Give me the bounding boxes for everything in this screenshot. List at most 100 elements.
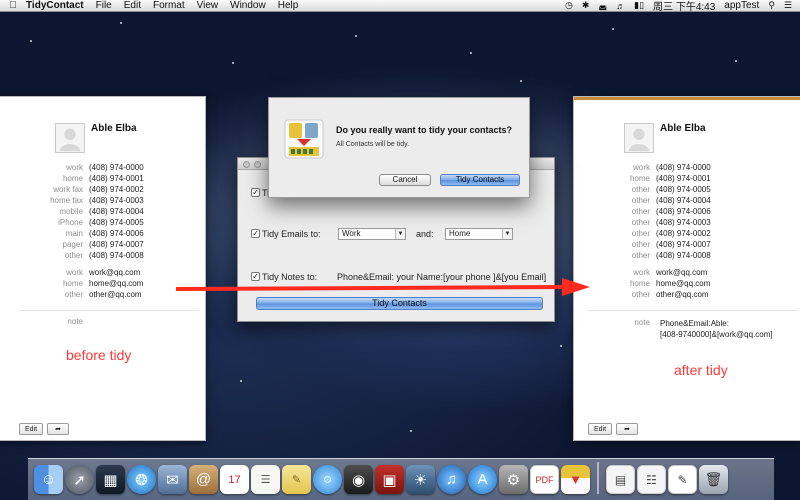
phone-row: pager (408) 974-0007 <box>62 240 144 249</box>
red-arrow <box>176 278 590 296</box>
cancel-button[interactable]: Cancel <box>379 174 431 186</box>
tidycontact-dock-icon[interactable]: ▼ <box>561 465 590 494</box>
notification-center-icon[interactable]: ☰ <box>784 0 792 11</box>
email-row: work work@qq.com <box>633 268 708 277</box>
email-row: work work@qq.com <box>66 268 141 277</box>
confirm-tidy-button[interactable]: Tidy Contacts <box>440 174 520 186</box>
edit-button[interactable]: Edit <box>588 423 612 435</box>
messages-icon[interactable]: ○ <box>313 465 342 494</box>
email-row: other other@qq.com <box>64 290 142 299</box>
phone-row: other (408) 974-0006 <box>631 207 711 216</box>
contact-photo-placeholder[interactable] <box>55 123 85 153</box>
phone-row: main (408) 974-0006 <box>65 229 144 238</box>
dock-icons: ☺ ➚ ▦ ❂ ✉ @ 17 ☰ ✎ ○ ◉ ▣ ☀ ♫ A ⚙ PDF ▼ ▤… <box>34 458 774 494</box>
card-divider <box>19 310 199 311</box>
phone-row: other (408) 974-0004 <box>631 196 711 205</box>
notes-icon[interactable]: ✎ <box>282 465 311 494</box>
email-row: home home@qq.com <box>62 279 144 288</box>
chevron-down-icon: ▼ <box>395 229 405 239</box>
bluetooth-icon[interactable]: ✱ <box>582 0 590 11</box>
iphoto-icon[interactable]: ☀ <box>406 465 435 494</box>
close-window-button[interactable] <box>243 161 250 168</box>
menu-edit[interactable]: Edit <box>124 0 141 11</box>
share-button[interactable]: ➦ <box>616 423 638 435</box>
phone-row: other (408) 974-0002 <box>631 229 711 238</box>
caption-after-tidy: after tidy <box>674 362 728 378</box>
email-row: other other@qq.com <box>631 290 709 299</box>
app-menu[interactable]: TidyContact <box>26 0 84 11</box>
battery-icon[interactable]: ▮▯ <box>634 0 644 11</box>
email-second-select[interactable]: Home ▼ <box>445 228 513 240</box>
phone-row: iPhone (408) 974-0005 <box>58 218 144 227</box>
and-label: and: <box>416 229 434 239</box>
menu-file[interactable]: File <box>96 0 112 11</box>
mission-control-icon[interactable]: ▦ <box>96 465 125 494</box>
app-store-icon[interactable]: A <box>468 465 497 494</box>
edit-button[interactable]: Edit <box>19 423 43 435</box>
phone-row: home (408) 974-0001 <box>62 174 144 183</box>
textedit-document-icon[interactable]: ✎ <box>668 465 697 494</box>
note-row: note <box>634 318 650 327</box>
phone-row: other (408) 974-0008 <box>64 251 144 260</box>
system-preferences-icon[interactable]: ⚙ <box>499 465 528 494</box>
itunes-icon[interactable]: ♫ <box>437 465 466 494</box>
menu-bar:  TidyContact File Edit Format View Wind… <box>0 0 800 13</box>
card-divider <box>588 310 798 311</box>
phone-row: other (408) 974-0007 <box>631 240 711 249</box>
tidy-emails-checkbox[interactable]: ✓ <box>251 229 260 238</box>
pdf-app-icon[interactable]: PDF <box>530 465 559 494</box>
email-first-select[interactable]: Work ▼ <box>338 228 406 240</box>
note-row: note <box>67 317 83 326</box>
preview-document-icon[interactable]: ☷ <box>637 465 666 494</box>
contact-card-before: Able Elba work (408) 974-0000 home (408) 9… <box>0 96 206 441</box>
menu-help[interactable]: Help <box>278 0 299 11</box>
dialog-message: All Contacts will be tidy. <box>336 141 410 148</box>
phone-row: mobile (408) 974-0004 <box>59 207 144 216</box>
menu-window[interactable]: Window <box>230 0 266 11</box>
menubar-user[interactable]: appTest <box>724 0 759 11</box>
phone-row: home (408) 974-0001 <box>629 174 711 183</box>
photo-booth-icon[interactable]: ▣ <box>375 465 404 494</box>
dialog-title: Do you really want to tidy your contacts… <box>336 125 513 135</box>
share-icon: ➦ <box>624 426 630 433</box>
wifi-icon[interactable]: ◛ <box>598 0 607 11</box>
mail-icon[interactable]: ✉ <box>158 465 187 494</box>
safari-icon[interactable]: ❂ <box>127 465 156 494</box>
minimize-window-button[interactable] <box>254 161 261 168</box>
contact-card-after: Able Elba work (408) 974-0000 home (408) 9… <box>573 96 800 441</box>
phone-row: other (408) 974-0003 <box>631 218 711 227</box>
finder-icon[interactable]: ☺ <box>34 465 63 494</box>
apple-menu-icon[interactable]:  <box>0 0 26 11</box>
launchpad-icon[interactable]: ➚ <box>65 465 94 494</box>
dock-separator <box>597 462 599 494</box>
contact-photo-placeholder[interactable] <box>624 123 654 153</box>
tidy-emails-label: Tidy Emails to: <box>262 229 321 239</box>
documents-stack-icon[interactable]: ▤ <box>606 465 635 494</box>
share-icon: ➦ <box>55 426 61 433</box>
card-top-edge <box>574 97 800 100</box>
contact-name: Able Elba <box>91 123 137 134</box>
phone-row: other (408) 974-0005 <box>631 185 711 194</box>
tidy-phones-checkbox[interactable]: ✓ <box>251 188 260 197</box>
phone-row: work (408) 974-0000 <box>66 163 144 172</box>
menubar-clock[interactable]: 周三 下午4:43 <box>653 0 715 13</box>
phone-row: work fax (408) 974-0002 <box>53 185 144 194</box>
contacts-icon[interactable]: @ <box>189 465 218 494</box>
share-button[interactable]: ➦ <box>47 423 69 435</box>
confirm-dialog: Do you really want to tidy your contacts… <box>268 97 530 198</box>
caption-before-tidy: before tidy <box>66 347 132 363</box>
facetime-icon[interactable]: ◉ <box>344 465 373 494</box>
status-menus: ◷ ✱ ◛ ♬ ▮▯ 周三 下午4:43 appTest ⚲ ☰ <box>565 0 800 13</box>
menu-format[interactable]: Format <box>153 0 185 11</box>
chevron-down-icon: ▼ <box>502 229 512 239</box>
time-machine-icon[interactable]: ◷ <box>565 0 573 11</box>
tidy-contacts-button[interactable]: Tidy Contacts <box>256 297 543 310</box>
volume-icon[interactable]: ♬ <box>616 1 625 11</box>
phone-row: work (408) 974-0000 <box>633 163 711 172</box>
spotlight-icon[interactable]: ⚲ <box>768 0 775 11</box>
calendar-icon[interactable]: 17 <box>220 465 249 494</box>
contact-name: Able Elba <box>660 123 706 134</box>
trash-icon[interactable]: 🗑 <box>699 465 728 494</box>
menu-view[interactable]: View <box>197 0 219 11</box>
reminders-icon[interactable]: ☰ <box>251 465 280 494</box>
